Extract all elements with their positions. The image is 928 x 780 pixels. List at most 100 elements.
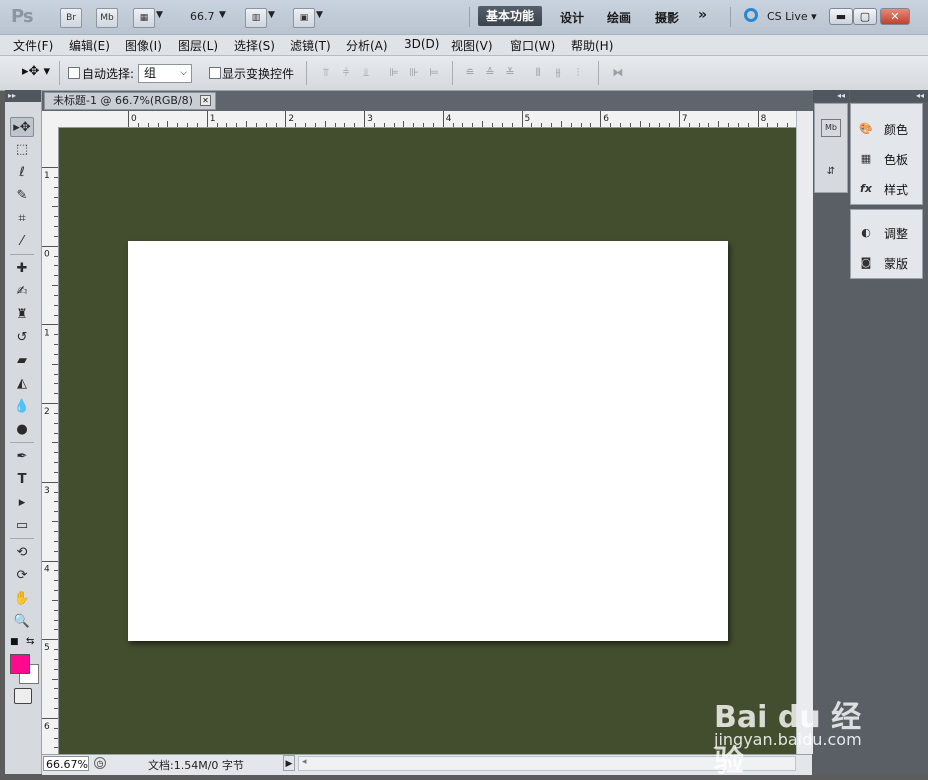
quick-selection-tool-icon[interactable]: ✎ <box>10 186 34 206</box>
marquee-tool-icon[interactable]: ⬚ <box>10 140 34 160</box>
panel-tab-color[interactable]: 🎨 颜色 <box>856 118 920 140</box>
clone-stamp-tool-icon[interactable]: ♜ <box>10 305 34 325</box>
healing-brush-tool-icon[interactable]: ✚ <box>10 259 34 279</box>
menu-filter[interactable]: 滤镜(T) <box>290 37 331 54</box>
rectangle-tool-icon[interactable]: ▭ <box>10 516 34 536</box>
quick-mask-icon[interactable] <box>14 688 32 704</box>
status-menu-arrow-icon[interactable]: ▶ <box>283 755 295 771</box>
status-info-icon[interactable]: ◷ <box>94 757 106 769</box>
menu-window[interactable]: 窗口(W) <box>510 37 555 54</box>
collapse-tools-icon[interactable]: ▸▸ <box>5 90 41 102</box>
align-right-icon[interactable]: ⊨ <box>426 66 442 80</box>
chevron-down-icon[interactable]: ▼ <box>156 10 163 20</box>
distribute-right-icon[interactable]: ⫶ <box>570 66 586 80</box>
panel-tab-adjustments[interactable]: ◐ 调整 <box>856 222 920 244</box>
arrange-documents-button[interactable]: ▥ <box>245 8 267 28</box>
lasso-tool-icon[interactable]: ℓ <box>10 163 34 183</box>
menu-select[interactable]: 选择(S) <box>234 37 275 54</box>
distribute-top-icon[interactable]: ≘ <box>462 66 478 80</box>
show-transform-checkbox[interactable] <box>209 67 221 79</box>
3d-rotate-tool-icon[interactable]: ⟲ <box>10 543 34 563</box>
workspace-design[interactable]: 设计 <box>560 9 584 26</box>
dodge-tool-icon[interactable]: ● <box>10 420 34 440</box>
vertical-scrollbar[interactable] <box>796 111 813 754</box>
horizontal-ruler[interactable]: 0 1 2 3 4 5 6 7 8 <box>42 111 796 128</box>
maximize-button[interactable]: ▢ <box>853 8 877 25</box>
menu-image[interactable]: 图像(I) <box>125 37 162 54</box>
menu-analysis[interactable]: 分析(A) <box>346 37 388 54</box>
view-extras-button[interactable]: ▦ <box>133 8 155 28</box>
bridge-button[interactable]: Br <box>60 8 82 28</box>
brush-tool-icon[interactable]: ✍ <box>10 282 34 302</box>
workspace-essentials[interactable]: 基本功能 <box>478 6 542 26</box>
zoom-tool-icon[interactable]: 🔍 <box>10 612 34 632</box>
expand-panels-icon[interactable]: ◂◂ <box>813 90 849 102</box>
blur-tool-icon[interactable]: 💧 <box>10 397 34 417</box>
workspace-painting[interactable]: 绘画 <box>607 9 631 26</box>
distribute-vcenter-icon[interactable]: ≙ <box>482 66 498 80</box>
foreground-color-swatch[interactable] <box>10 654 30 674</box>
cslive-button[interactable]: CS Live ▾ <box>767 10 817 23</box>
menu-help[interactable]: 帮助(H) <box>571 37 613 54</box>
path-selection-tool-icon[interactable]: ▸ <box>10 493 34 513</box>
eyedropper-tool-icon[interactable]: ⁄ <box>10 232 34 252</box>
ruler-label: 5 <box>525 114 531 124</box>
history-brush-tool-icon[interactable]: ↺ <box>10 328 34 348</box>
collapse-panels-icon[interactable]: ◂◂ <box>850 90 928 102</box>
menu-file[interactable]: 文件(F) <box>13 37 53 54</box>
hand-tool-icon[interactable]: ✋ <box>10 589 34 609</box>
close-button[interactable]: ✕ <box>880 8 910 25</box>
baidu-watermark: Bai du 经验 jingyan.baidu.com <box>714 678 884 779</box>
workspace-photography[interactable]: 摄影 <box>655 9 679 26</box>
auto-select-checkbox[interactable] <box>68 67 80 79</box>
screen-mode-button[interactable]: ▣ <box>293 8 315 28</box>
chevron-down-icon[interactable]: ▼ <box>316 10 323 20</box>
3d-orbit-tool-icon[interactable]: ⟳ <box>10 566 34 586</box>
panel-tab-swatches[interactable]: ▦ 色板 <box>856 148 920 170</box>
align-top-icon[interactable]: ⫪ <box>318 66 334 80</box>
vertical-ruler[interactable]: 1 0 1 2 3 4 5 6 <box>42 127 59 754</box>
document-canvas[interactable] <box>128 241 728 641</box>
mini-bridge-button[interactable]: Mb <box>96 8 118 28</box>
menu-view[interactable]: 视图(V) <box>451 37 493 54</box>
panel-tab-masks[interactable]: ◙ 蒙版 <box>856 252 920 274</box>
show-transform-label: 显示变换控件 <box>222 67 295 81</box>
chevron-down-icon[interactable]: ▼ <box>268 10 275 20</box>
minimize-button[interactable]: ▬ <box>829 8 853 25</box>
align-left-icon[interactable]: ⊫ <box>386 66 402 80</box>
distribute-bottom-icon[interactable]: ≚ <box>502 66 518 80</box>
swap-colors-icon[interactable]: ⇆ <box>26 636 34 647</box>
panel-tab-styles[interactable]: fx 样式 <box>856 178 920 200</box>
auto-align-layers-icon[interactable]: ⧓ <box>610 66 626 80</box>
close-document-icon[interactable]: ✕ <box>200 95 211 106</box>
crop-tool-icon[interactable]: ⌗ <box>10 209 34 229</box>
default-colors-icon[interactable]: ■ <box>10 637 19 647</box>
panel-label: 色板 <box>884 153 909 167</box>
paint-bucket-tool-icon[interactable]: ◭ <box>10 374 34 394</box>
document-tab[interactable]: 未标题-1 @ 66.7%(RGB/8) <box>44 92 216 110</box>
fx-styles-icon: fx <box>860 182 872 195</box>
menu-edit[interactable]: 编辑(E) <box>69 37 110 54</box>
menu-3d[interactable]: 3D(D) <box>404 37 439 51</box>
distribute-hcenter-icon[interactable]: ⫵ <box>550 66 566 80</box>
chevron-down-icon[interactable]: ▼ <box>219 10 226 20</box>
move-tool-icon[interactable]: ▸✥ <box>10 117 34 137</box>
move-tool-preset-icon[interactable]: ▸✥ ▾ <box>22 64 50 79</box>
eraser-tool-icon[interactable]: ▰ <box>10 351 34 371</box>
history-panel-icon[interactable]: ⇵ <box>820 162 842 182</box>
mini-bridge-panel-icon[interactable]: Mb <box>821 119 841 137</box>
align-vcenter-icon[interactable]: ⫩ <box>338 66 354 80</box>
type-tool-icon[interactable]: T <box>10 470 34 490</box>
distribute-left-icon[interactable]: ⫴ <box>530 66 546 80</box>
auto-select-dropdown[interactable]: 组 ⌵ <box>138 64 192 83</box>
align-bottom-icon[interactable]: ⫫ <box>358 66 374 80</box>
zoom-level[interactable]: 66.7 <box>190 10 215 23</box>
more-workspaces-icon[interactable]: » <box>698 7 707 23</box>
align-hcenter-icon[interactable]: ⊪ <box>406 66 422 80</box>
cslive-icon[interactable] <box>744 8 758 22</box>
pen-tool-icon[interactable]: ✒ <box>10 447 34 467</box>
scroll-left-icon[interactable]: ◂ <box>302 757 307 767</box>
menu-layer[interactable]: 图层(L) <box>178 37 218 54</box>
app-logo: Ps <box>11 6 34 27</box>
zoom-input[interactable]: 66.67% <box>43 756 89 771</box>
